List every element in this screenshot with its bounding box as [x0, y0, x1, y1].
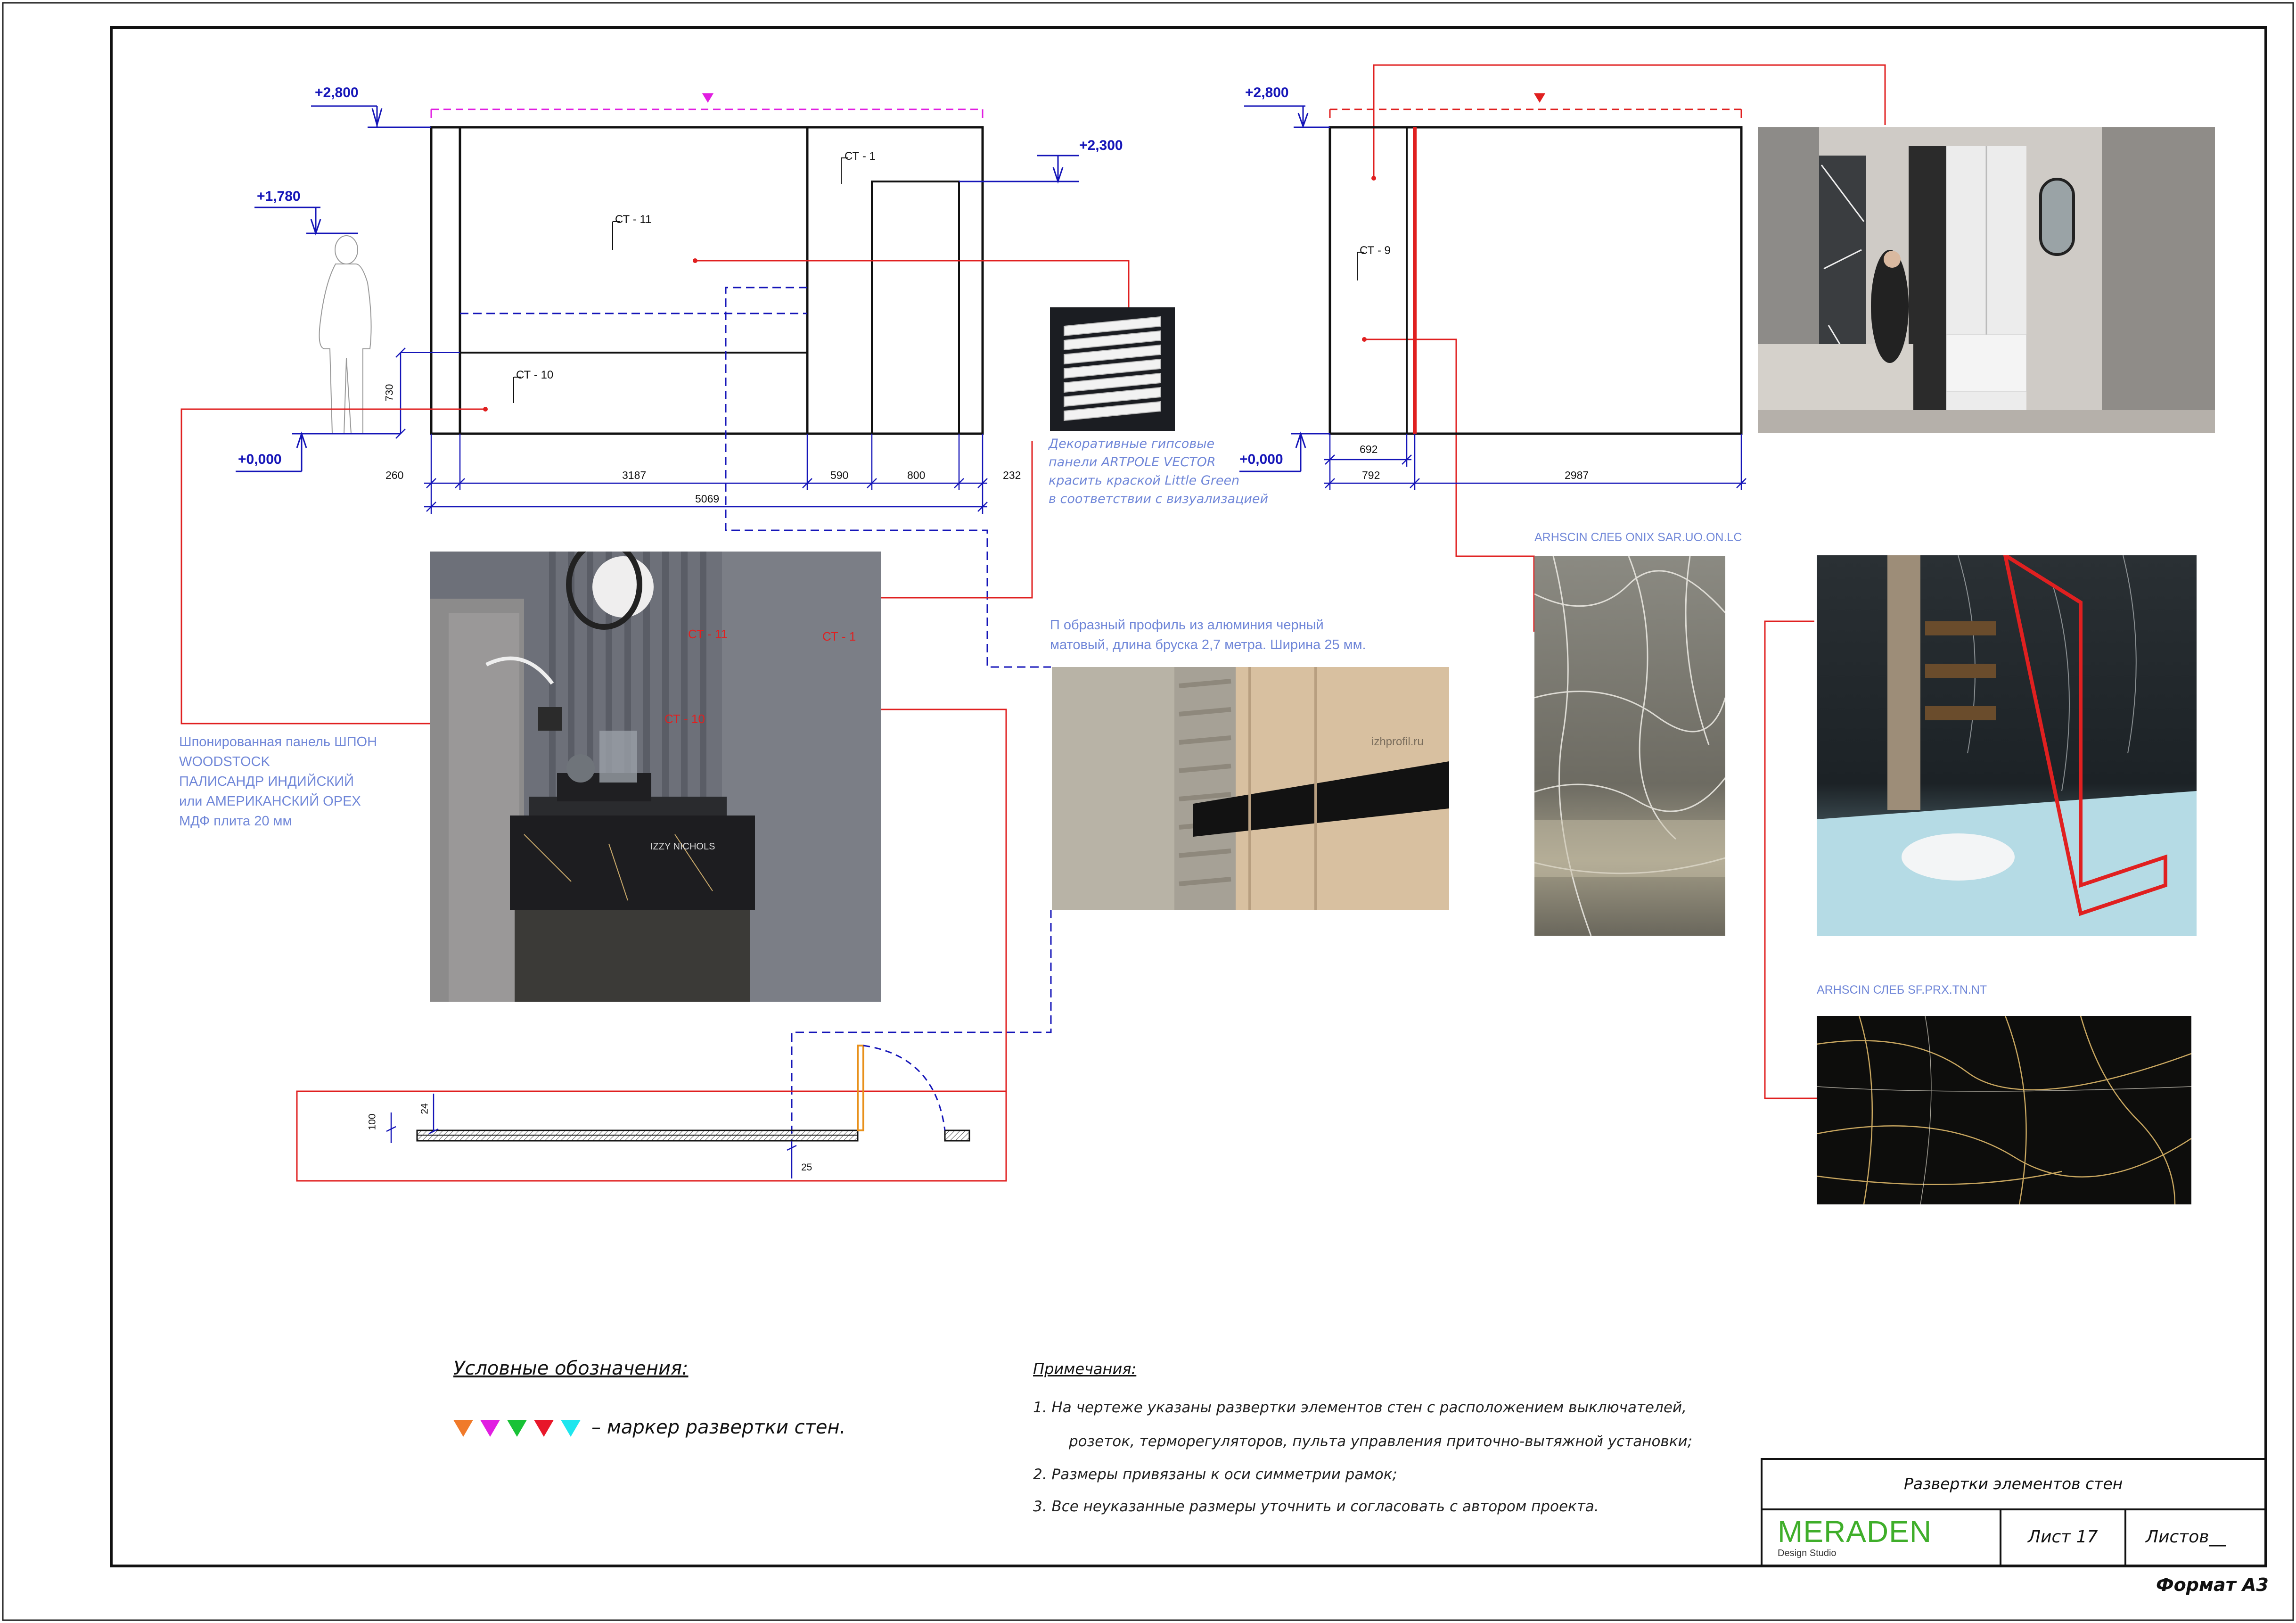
- company-logo: MERADEN: [1778, 1515, 1932, 1549]
- onyx-slab-photo: [1534, 556, 1725, 936]
- company-subtitle: Design Studio: [1778, 1548, 1837, 1558]
- note-2: 2. Размеры привязаны к оси симметрии рам…: [1033, 1466, 1397, 1483]
- bathroom-render: [1817, 555, 2197, 936]
- level-label-floor-a: +0,000: [238, 452, 282, 467]
- legend-marker-triangle: [480, 1420, 500, 1437]
- level-marks-a: [236, 105, 1079, 472]
- note-1: 1. На чертеже указаны развертки элементо…: [1033, 1399, 1687, 1416]
- dimension-lines-b: [1324, 434, 1747, 490]
- gold-slab-label: ARHSCIN СЛЕБ SF.PRX.TN.NT: [1817, 983, 1987, 997]
- legend-marker-triangle: [561, 1420, 581, 1437]
- sheets-count: Листов__: [2146, 1527, 2226, 1547]
- onyx-slab-label: ARHSCIN СЛЕБ ONIX SAR.UO.ON.LC: [1534, 531, 1742, 544]
- tag-leaders-a: [513, 157, 848, 403]
- dim-25: 25: [801, 1162, 812, 1173]
- drawing-sheet: +2,800 +2,300 +1,780 +0,000 +2,800 +0,00…: [0, 0, 2296, 1623]
- profile-watermark: izhprofil.ru: [1371, 735, 1424, 748]
- legend-marker-triangle: [453, 1420, 473, 1437]
- sheet-number: Лист 17: [2028, 1527, 2098, 1547]
- section-marker-red: [1534, 93, 1545, 103]
- level-marks-b: [1239, 105, 1330, 472]
- tag-ct10: СТ - 10: [516, 369, 554, 381]
- book-title: IZZY NICHOLS: [650, 841, 715, 852]
- aluminium-profile-photo: [1052, 667, 1449, 910]
- render-tag-ct10: СТ - 10: [664, 712, 705, 726]
- render-tag-ct1: СТ - 1: [822, 629, 856, 643]
- legend-title: Условные обозначения:: [453, 1358, 689, 1379]
- level-label-top-a: +2,800: [315, 85, 359, 100]
- note-3: 3. Все неуказанные размеры уточнить и со…: [1033, 1498, 1599, 1515]
- legend-marker-triangle: [534, 1420, 554, 1437]
- person-silhouette-icon: [319, 235, 372, 434]
- gypsum-panel-note: Декоративные гипсовые панели ARTPOLE VEC…: [1049, 437, 1269, 506]
- elevation-b: [1328, 126, 1743, 435]
- dim-232: 232: [1003, 469, 1021, 481]
- dim-24: 24: [419, 1103, 430, 1114]
- dim-692: 692: [1360, 443, 1378, 455]
- legend-text: – маркер развертки стен.: [591, 1417, 846, 1438]
- section-marker-magenta: [702, 93, 713, 103]
- leader-dots: [483, 176, 1376, 600]
- plan-section: [386, 1045, 970, 1178]
- bedroom-render: [1758, 127, 2215, 433]
- aluminium-profile-note: П образный профиль из алюминия черный ма…: [1050, 618, 1366, 652]
- sheet-format: Формат А3: [2156, 1574, 2269, 1595]
- level-label-door: +2,300: [1079, 138, 1123, 153]
- gypsum-panel-photo: [1050, 307, 1175, 431]
- legend-markers: [453, 1420, 581, 1437]
- tag-ct11: СТ - 11: [615, 213, 652, 226]
- gold-vein-slab-photo: [1817, 1016, 2191, 1204]
- tag-ct1: СТ - 1: [845, 150, 876, 163]
- door-leaf: [857, 1045, 864, 1131]
- level-label-top-b: +2,800: [1245, 85, 1289, 100]
- nightstand-render: [430, 552, 881, 1002]
- dim-792: 792: [1362, 469, 1380, 481]
- dim-2987: 2987: [1565, 469, 1589, 481]
- legend-marker-triangle: [507, 1420, 527, 1437]
- dim-800: 800: [907, 469, 926, 481]
- tag-ct9: СТ - 9: [1360, 244, 1391, 257]
- door-swing: [863, 1045, 946, 1131]
- level-label-figure: +1,780: [257, 189, 301, 204]
- dim-5069: 5069: [695, 493, 720, 505]
- veneer-panel-note: Шпонированная панель ШПОН WOODSTOCK ПАЛИ…: [179, 734, 377, 829]
- title-block-title: Развертки элементов стен: [1904, 1475, 2123, 1493]
- notes-title: Примечания:: [1033, 1360, 1137, 1378]
- dim-590: 590: [830, 469, 849, 481]
- elevation-a: [401, 126, 984, 435]
- dim-730: 730: [383, 384, 395, 402]
- dim-3187: 3187: [622, 469, 647, 481]
- dim-260: 260: [385, 469, 404, 481]
- render-tag-ct11: СТ - 11: [688, 627, 728, 641]
- dimension-lines-a: [395, 347, 988, 514]
- note-1-cont: розеток, терморегуляторов, пульта управл…: [1069, 1433, 1693, 1450]
- dim-100: 100: [367, 1113, 378, 1130]
